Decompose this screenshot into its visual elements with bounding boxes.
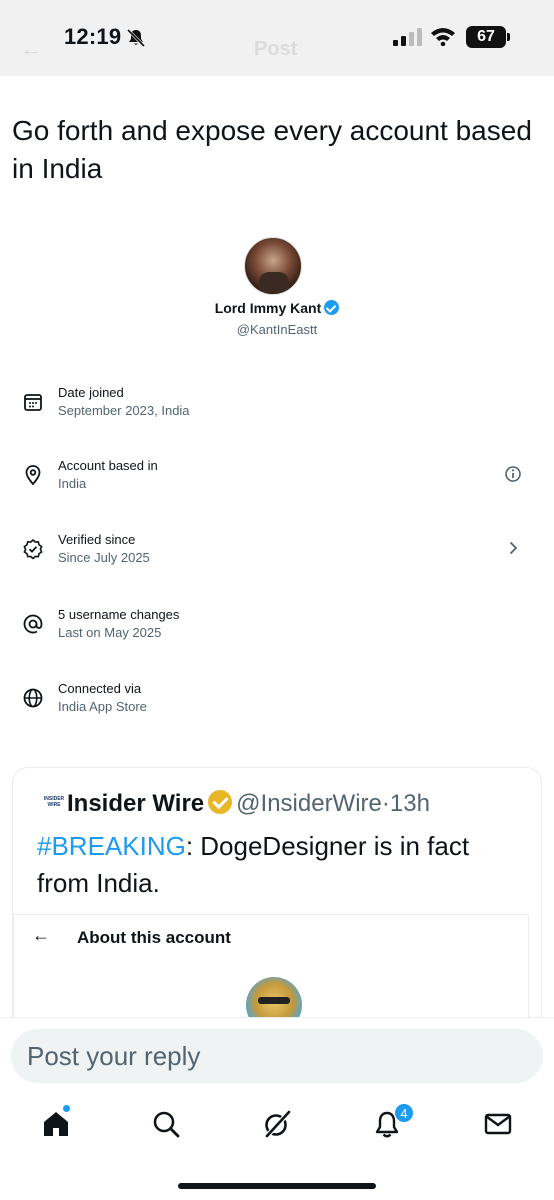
info-value: Last on May 2025 [58, 625, 162, 640]
gold-verified-badge-icon [208, 790, 233, 814]
info-value: India [58, 476, 87, 491]
info-label: 5 username changes [58, 607, 180, 622]
verified-badge-icon [324, 300, 340, 315]
globe-icon [23, 688, 43, 708]
info-row-verified-since[interactable]: Verified since Since July 2025 [0, 532, 554, 572]
back-arrow-icon[interactable]: ← [20, 36, 42, 62]
status-time: 12:19 [64, 24, 122, 49]
quote-text: #BREAKING: DogeDesigner is in fact from … [37, 828, 527, 902]
grok-icon[interactable] [261, 1108, 293, 1140]
tab-bar: 4 [0, 1088, 554, 1200]
verified-badge-outline-icon [23, 538, 43, 560]
home-unread-dot [62, 1104, 71, 1113]
info-row-username-changes: 5 username changes Last on May 2025 [0, 607, 554, 647]
quote-handle: @InsiderWire [236, 790, 382, 817]
profile-name-row: Lord Immy Kant [0, 300, 554, 316]
profile-handle: @KantInEastt [236, 322, 318, 337]
info-label: Account based in [58, 458, 158, 473]
battery-icon: 67 [466, 26, 506, 48]
quote-time: 13h [389, 790, 430, 817]
status-bar: ← Post 12:19 67 [0, 0, 554, 76]
profile-name: Lord Immy Kant [214, 300, 322, 316]
info-row-date-joined: Date joined September 2023, India [0, 385, 554, 425]
home-indicator[interactable] [178, 1183, 376, 1189]
bell-slash-icon [126, 28, 146, 48]
info-value: Since July 2025 [58, 550, 150, 565]
hashtag-link[interactable]: #BREAKING [37, 831, 186, 861]
quoted-post[interactable]: INSIDER WIRE Insider Wire @InsiderWire·13… [12, 767, 542, 1037]
quote-author-name[interactable]: Insider Wire [67, 790, 204, 817]
location-pin-icon [25, 465, 41, 486]
profile-avatar[interactable] [244, 237, 302, 295]
info-icon[interactable] [503, 464, 523, 484]
cellular-signal-icon [393, 28, 422, 46]
battery-tip [507, 33, 510, 41]
messages-envelope-icon[interactable] [482, 1108, 514, 1140]
search-icon[interactable] [150, 1108, 182, 1140]
notification-count-badge: 4 [394, 1103, 414, 1123]
back-arrow-icon: ← [32, 925, 50, 945]
header-title: Post [254, 38, 298, 60]
post-text: Go forth and expose every account based … [12, 115, 532, 184]
at-sign-icon [23, 614, 43, 634]
insider-wire-logo: INSIDER WIRE [43, 796, 65, 808]
info-value: September 2023, India [58, 403, 190, 418]
quote-header: Insider Wire @InsiderWire·13h [67, 790, 430, 818]
about-account-title: About this account [77, 928, 231, 947]
wifi-icon [431, 28, 455, 46]
info-label: Connected via [58, 681, 142, 696]
info-row-account-based-in: Account based in India [0, 458, 554, 498]
info-label: Verified since [58, 532, 136, 547]
info-row-connected-via: Connected via India App Store [0, 681, 554, 721]
info-value: India App Store [58, 699, 147, 714]
chevron-right-icon[interactable] [503, 538, 523, 558]
calendar-icon [24, 394, 42, 411]
info-label: Date joined [58, 385, 124, 400]
reply-input[interactable]: Post your reply [11, 1029, 543, 1083]
reply-bar: Post your reply [0, 1018, 554, 1088]
quote-separator: · [381, 790, 390, 817]
